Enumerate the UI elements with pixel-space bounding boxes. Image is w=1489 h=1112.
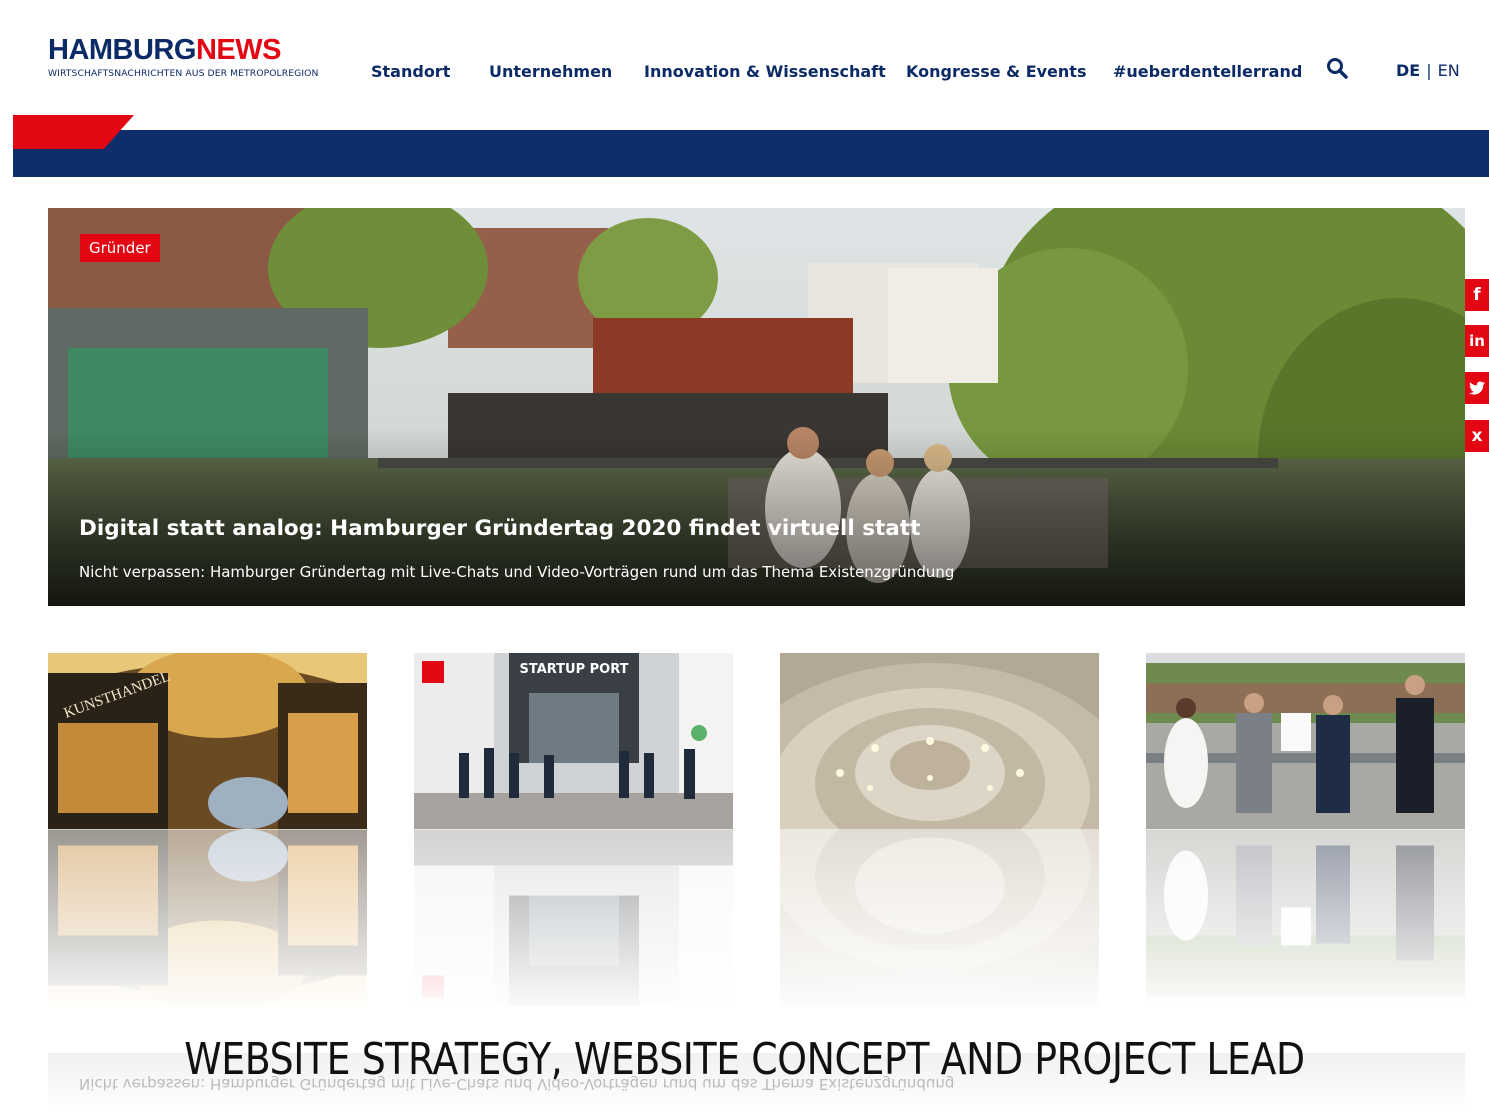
lang-de[interactable]: DE [1396, 61, 1420, 80]
lang-separator: | [1426, 61, 1432, 80]
lang-en[interactable]: EN [1438, 61, 1460, 80]
teaser-reflection-spiral-ceiling [780, 829, 1099, 1006]
twitter-share-button[interactable] [1465, 372, 1489, 404]
hero-subtitle: Nicht verpassen: Hamburger Gründertag mi… [79, 563, 955, 581]
nav-standort[interactable]: Standort [371, 62, 450, 81]
logo-wordmark: HAMBURGNEWS [48, 34, 281, 66]
teaser-reflection-kunsthandel [48, 829, 367, 1006]
hero-title[interactable]: Digital statt analog: Hamburger Gründert… [79, 516, 920, 541]
nav-innovation-wissenschaft[interactable]: Innovation & Wissenschaft [644, 62, 886, 81]
linkedin-share-button[interactable]: in [1465, 325, 1489, 357]
site-logo[interactable]: HAMBURGNEWS WIRTSCHAFTSNACHRICHTEN AUS D… [48, 34, 319, 80]
startup-port-sign: STARTUP PORT [519, 662, 628, 677]
category-badge[interactable]: Gründer [80, 234, 160, 262]
logo-tagline: WIRTSCHAFTSNACHRICHTEN AUS DER METROPOLR… [48, 68, 319, 79]
language-switcher: DE | EN [1396, 61, 1460, 80]
nav-ueberdentellerrand[interactable]: #ueberdentellerrand [1113, 62, 1302, 81]
header-band [13, 130, 1489, 177]
hero-image[interactable] [48, 208, 1465, 606]
teaser-reflection-startup-port [414, 829, 733, 1006]
xing-share-button[interactable]: x [1465, 420, 1489, 452]
search-icon[interactable] [1326, 57, 1348, 79]
twitter-icon [1469, 381, 1485, 395]
facebook-share-button[interactable]: f [1465, 279, 1489, 311]
teaser-image-startup-port[interactable]: STARTUP PORT [414, 653, 733, 829]
teaser-image-spiral-ceiling[interactable] [780, 653, 1099, 829]
teaser-image-kunsthandel[interactable]: KUNSTHANDEL [48, 653, 367, 829]
teaser-image-award-group[interactable] [1146, 653, 1465, 829]
teaser-reflection-award-group [1146, 829, 1465, 1006]
project-caption: WEBSITE STRATEGY, WEBSITE CONCEPT AND PR… [184, 1034, 1305, 1085]
nav-kongresse-events[interactable]: Kongresse & Events [906, 62, 1086, 81]
nav-unternehmen[interactable]: Unternehmen [489, 62, 612, 81]
